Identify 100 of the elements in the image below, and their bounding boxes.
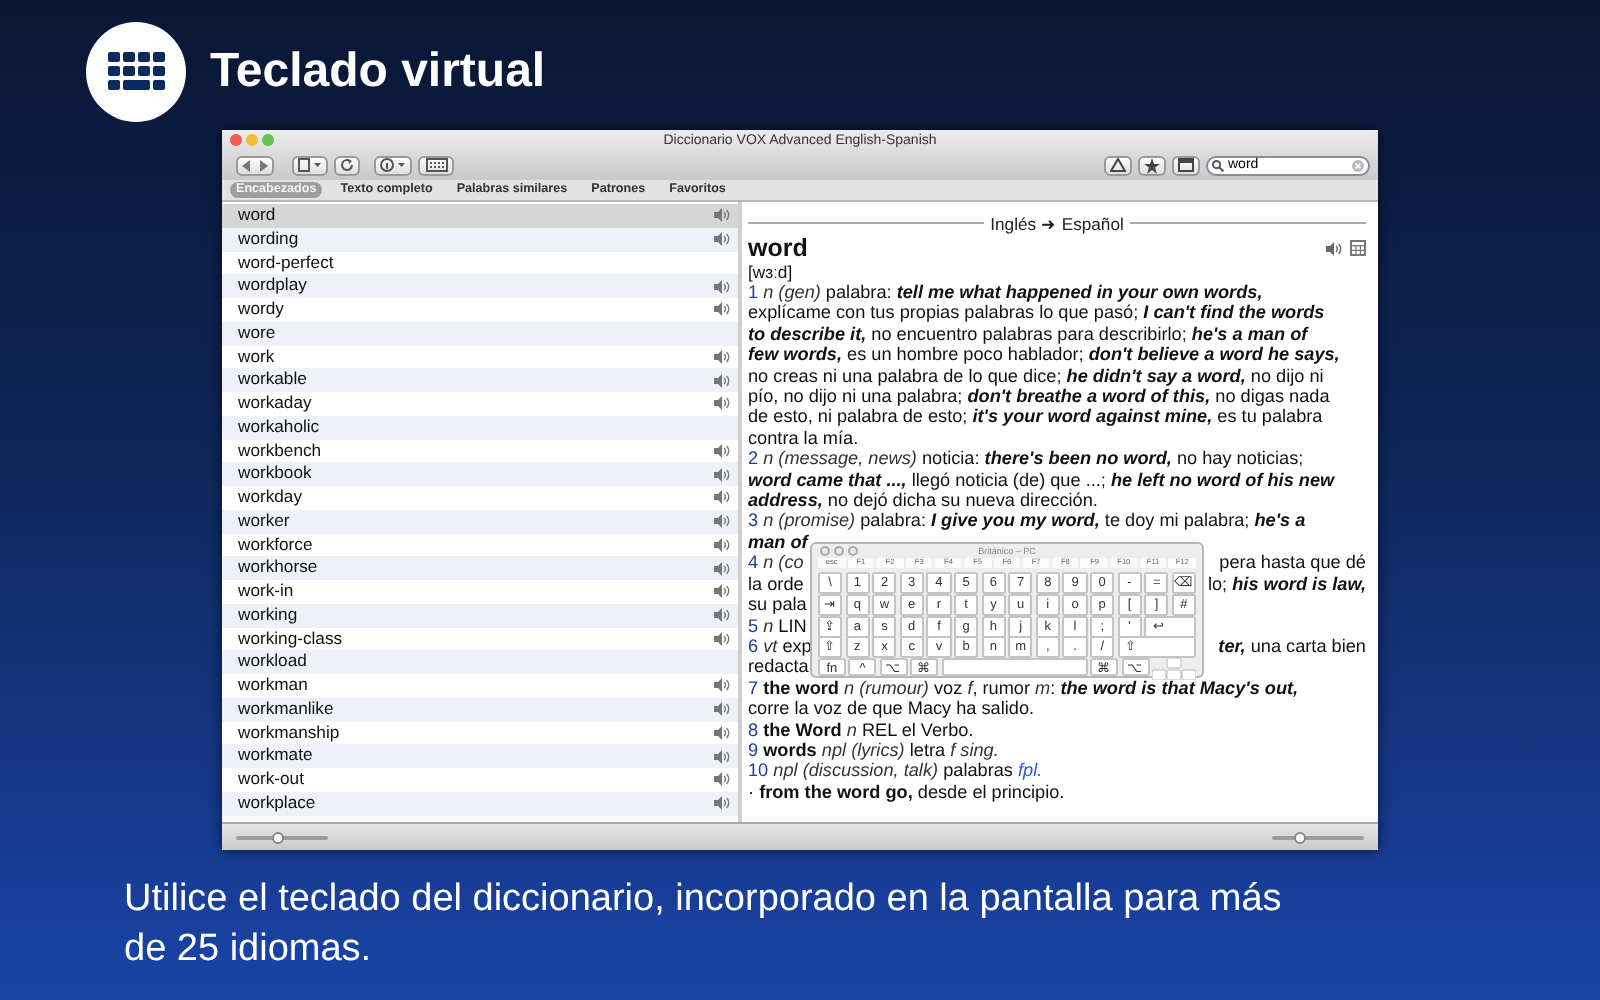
definition-text: 8 the Word n REL el Verbo. [748, 719, 974, 740]
definition-text: no creas ni una palabra de lo que dice; he didn't say a word, no dijo ni [748, 365, 1324, 387]
word-list-item[interactable]: workbench [222, 439, 738, 463]
warning-button[interactable] [1104, 155, 1132, 175]
word-list-item[interactable]: working-class [222, 627, 738, 651]
definition-text: redacta [748, 656, 809, 678]
speaker-icon[interactable] [714, 443, 730, 458]
document-icon [298, 158, 322, 172]
document-menu-button[interactable] [292, 155, 328, 175]
definition-text: lo; his word is law, [1207, 573, 1366, 595]
caption-text: Utilice el teclado del diccionario, incorporado en la pantalla para más de 25 idiomas. [124, 876, 1284, 974]
favorite-button[interactable] [1138, 155, 1166, 175]
word-list-item[interactable]: worker [222, 509, 738, 533]
headword: word [748, 234, 808, 262]
definition-text: few words, es un hombre poco hablador; don't believe a word he says, [748, 344, 1340, 366]
speaker-icon[interactable] [714, 608, 730, 623]
info-icon [380, 158, 406, 172]
speaker-icon[interactable] [714, 490, 730, 505]
word-list-item[interactable]: workmate [222, 744, 738, 768]
definition-text: man of [748, 531, 808, 553]
word-list-item[interactable]: workable [222, 368, 738, 392]
speaker-icon[interactable] [714, 584, 730, 599]
speaker-icon[interactable] [714, 796, 730, 811]
word-list-item[interactable]: wore [222, 321, 738, 345]
speaker-icon[interactable] [714, 279, 730, 294]
definition-text: word came that ..., llegó noticia (de) que ...; he left no word of his new [748, 469, 1335, 491]
word-list-item[interactable]: wordy [222, 298, 738, 322]
search-icon [1212, 159, 1224, 171]
speaker-icon[interactable] [714, 302, 730, 317]
speaker-icon[interactable] [714, 396, 730, 411]
word-list-item[interactable]: work-out [222, 768, 738, 792]
definition-text: contra la mía. [748, 427, 859, 449]
word-list-item[interactable]: workmanship [222, 721, 738, 745]
word-list-item[interactable]: workday [222, 486, 738, 510]
page-title: Teclado virtual [210, 43, 546, 99]
word-list-item[interactable]: work-in [222, 580, 738, 604]
definition-text: la orde [748, 573, 804, 595]
word-list-item[interactable]: workload [222, 650, 738, 674]
panel-icon [1178, 158, 1194, 172]
keyboard-app-icon [86, 21, 186, 121]
speaker-icon[interactable] [714, 514, 730, 529]
speaker-icon[interactable] [1326, 241, 1342, 255]
star-icon [1144, 157, 1160, 173]
speaker-icon[interactable] [714, 208, 730, 223]
keyboard-button[interactable] [418, 155, 454, 175]
word-list-item[interactable]: workforce [222, 533, 738, 557]
word-list-item[interactable]: workman [222, 674, 738, 698]
definition-text: to describe it, no encuentro palabras para describirlo; he's a man of [748, 323, 1308, 345]
slider-thumb[interactable] [1293, 831, 1306, 843]
definition-text: de esto, ni palabra de esto; it's your word against mine, es tu palabra [748, 406, 1323, 428]
word-list-item[interactable]: word-perfect [222, 251, 738, 275]
definition-text: 10 npl (discussion, talk) palabras fpl. [748, 760, 1043, 782]
definition-text: corre la voz de que Macy ha salido. [748, 698, 1035, 720]
definition-text: 4 n (co [748, 552, 804, 574]
word-list-item[interactable]: workaday [222, 392, 738, 416]
refresh-button[interactable] [334, 155, 360, 175]
info-menu-button[interactable] [374, 155, 412, 175]
language-direction: Inglés ➜ Español [990, 213, 1124, 233]
definition-text: 5 n LIN [748, 615, 807, 636]
back-forward-arrows-icon [242, 159, 268, 171]
word-list-item[interactable]: workplace [222, 791, 738, 815]
word-list-item[interactable]: workhorse [222, 556, 738, 580]
definition-text: explícame con tus propias palabras lo que pasó; I can't find the words [748, 302, 1325, 324]
definition-text: pera hasta que dé [1219, 552, 1366, 574]
speaker-icon[interactable] [714, 467, 730, 482]
word-list-item[interactable]: wording [222, 227, 738, 251]
panel-button[interactable] [1172, 155, 1200, 175]
speaker-icon[interactable] [714, 232, 730, 247]
definition-text: 1 n (gen) palabra: tell me what happened in your own words, [748, 282, 1263, 303]
back-forward-button[interactable] [236, 155, 274, 175]
word-list-item[interactable]: workbook [222, 462, 738, 486]
definition-text: 6 vt exp [748, 635, 812, 657]
speaker-icon[interactable] [714, 561, 730, 576]
word-list-item[interactable]: wordplay [222, 274, 738, 298]
definition-text: pío, no dijo ni una palabra; don't breathe a word of this, no digas nada [748, 386, 1330, 407]
space-key[interactable] [941, 657, 1088, 677]
definition-text: 7 the word n (rumour) voz f, rumor m: the word is that Macy's out, [748, 677, 1299, 699]
speaker-icon[interactable] [714, 749, 730, 764]
slider-thumb[interactable] [271, 831, 284, 843]
speaker-icon[interactable] [714, 702, 730, 717]
speaker-icon[interactable] [714, 537, 730, 552]
speaker-icon[interactable] [714, 678, 730, 693]
speaker-icon[interactable] [714, 631, 730, 646]
close-button[interactable] [230, 134, 242, 146]
definition-text: 2 n (message, news) noticia: there's been no word, no hay noticias; [748, 448, 1304, 470]
definition-text: su pala [748, 594, 807, 615]
word-list-item[interactable]: workaholic [222, 415, 738, 439]
speaker-icon[interactable] [714, 772, 730, 787]
definition-text: 3 n (promise) palabra: I give you my word, te doy mi palabra; he's a [748, 510, 1306, 532]
speaker-icon[interactable] [714, 373, 730, 388]
keyboard-icon [425, 158, 447, 172]
table-icon[interactable] [1350, 240, 1366, 256]
word-list-item[interactable]: work [222, 345, 738, 369]
word-list-item[interactable]: word [222, 204, 738, 228]
speaker-icon[interactable] [714, 349, 730, 364]
word-list-item[interactable]: working [222, 603, 738, 627]
speaker-icon[interactable] [714, 725, 730, 740]
word-list-item[interactable]: workmanlike [222, 697, 738, 721]
definition-text: · from the word go, desde el principio. [748, 781, 1065, 803]
refresh-icon [340, 158, 354, 172]
